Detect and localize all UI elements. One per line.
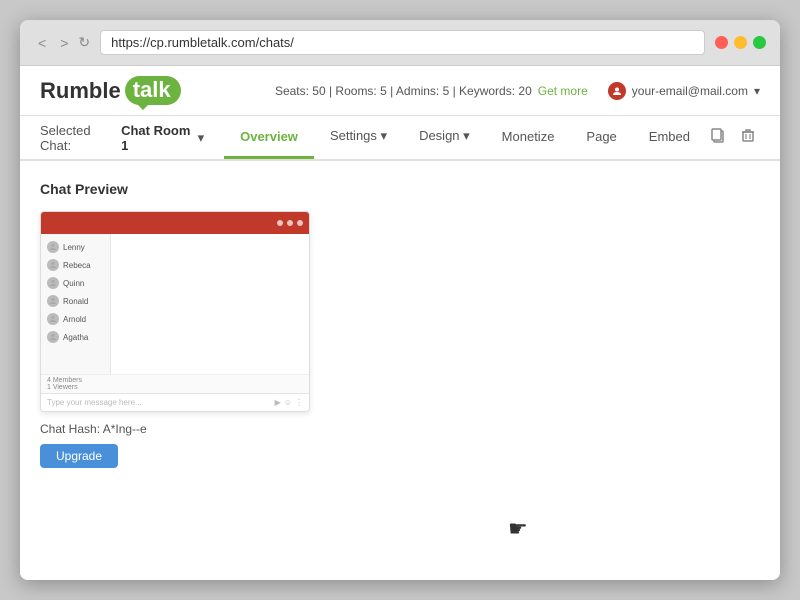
close-button[interactable] bbox=[715, 36, 728, 49]
user-avatar-icon bbox=[49, 297, 57, 305]
user-avatar-icon bbox=[49, 333, 57, 341]
avatar bbox=[47, 313, 59, 325]
user-avatar-icon bbox=[49, 243, 57, 251]
forward-button[interactable]: > bbox=[56, 33, 72, 53]
chat-hash-label: Chat Hash: bbox=[40, 422, 100, 436]
list-item: Ronald bbox=[41, 292, 110, 310]
selected-chat-label: Selected Chat: bbox=[40, 123, 117, 153]
selected-chat-arrow: ▾ bbox=[198, 130, 205, 146]
chat-header-dot-2 bbox=[287, 220, 293, 226]
user-section[interactable]: your-email@mail.com ▾ bbox=[608, 82, 760, 100]
nav-bar: Selected Chat: Chat Room 1 ▾ Overview Se… bbox=[20, 116, 780, 161]
list-item: Rebeca bbox=[41, 256, 110, 274]
url-bar[interactable] bbox=[100, 30, 705, 55]
tab-design[interactable]: Design ▾ bbox=[403, 116, 486, 159]
logo-rumble: Rumble bbox=[40, 78, 121, 104]
user-email: your-email@mail.com bbox=[632, 84, 748, 98]
tab-monetize[interactable]: Monetize bbox=[486, 117, 571, 159]
chat-preview-box: Lenny Rebeca Quinn bbox=[40, 211, 310, 412]
selected-chat-name: Chat Room 1 bbox=[121, 123, 193, 153]
more-icon: ⋮ bbox=[295, 398, 303, 407]
header-info: Seats: 50 | Rooms: 5 | Admins: 5 | Keywo… bbox=[275, 82, 760, 100]
copy-icon bbox=[710, 127, 726, 143]
user-name: Rebeca bbox=[63, 261, 91, 270]
chat-footer-stats: 4 Members1 Viewers bbox=[41, 374, 309, 393]
user-dropdown-arrow: ▾ bbox=[754, 84, 760, 98]
list-item: Arnold bbox=[41, 310, 110, 328]
back-button[interactable]: < bbox=[34, 33, 50, 53]
selected-chat: Selected Chat: Chat Room 1 ▾ bbox=[40, 123, 204, 153]
tab-page[interactable]: Page bbox=[570, 117, 632, 159]
title-bar: < > ↻ bbox=[20, 20, 780, 66]
user-icon bbox=[612, 86, 622, 96]
app-header: Rumble talk Seats: 50 | Rooms: 5 | Admin… bbox=[20, 66, 780, 116]
chat-header-bar bbox=[41, 212, 309, 234]
tab-settings[interactable]: Settings ▾ bbox=[314, 116, 403, 159]
chat-footer: Type your message here... ▶ ☺ ⋮ bbox=[41, 393, 309, 411]
trash-icon bbox=[740, 127, 756, 143]
chat-input-placeholder: Type your message here... bbox=[47, 398, 271, 407]
user-name: Agatha bbox=[63, 333, 88, 342]
logo: Rumble talk bbox=[40, 76, 181, 105]
list-item: Quinn bbox=[41, 274, 110, 292]
user-name: Ronald bbox=[63, 297, 88, 306]
avatar bbox=[47, 277, 59, 289]
minimize-button[interactable] bbox=[734, 36, 747, 49]
avatar bbox=[47, 331, 59, 343]
chat-hash-value: A*Ing--e bbox=[103, 422, 147, 436]
get-more-link[interactable]: Get more bbox=[538, 84, 588, 98]
tab-overview[interactable]: Overview bbox=[224, 117, 314, 159]
avatar bbox=[47, 295, 59, 307]
refresh-button[interactable]: ↻ bbox=[78, 34, 90, 51]
chat-hash: Chat Hash: A*Ing--e bbox=[40, 422, 760, 436]
chat-footer-icons: ▶ ☺ ⋮ bbox=[275, 398, 303, 407]
chat-header-dot-1 bbox=[277, 220, 283, 226]
avatar bbox=[47, 241, 59, 253]
copy-icon-button[interactable] bbox=[706, 123, 730, 152]
user-name: Lenny bbox=[63, 243, 85, 252]
browser-window: < > ↻ Rumble talk Seats: 50 | Rooms: 5 |… bbox=[20, 20, 780, 580]
window-controls bbox=[715, 36, 766, 49]
send-icon: ▶ bbox=[275, 398, 281, 407]
chat-users-list: Lenny Rebeca Quinn bbox=[41, 234, 111, 374]
chat-messages-area bbox=[111, 234, 309, 374]
tab-embed[interactable]: Embed bbox=[633, 117, 706, 159]
list-item: Agatha bbox=[41, 328, 110, 346]
user-name: Arnold bbox=[63, 315, 86, 324]
user-name: Quinn bbox=[63, 279, 84, 288]
main-content: Chat Preview bbox=[20, 161, 780, 580]
browser-nav-buttons: < > ↻ bbox=[34, 33, 90, 53]
upgrade-button[interactable]: Upgrade bbox=[40, 444, 118, 468]
emoji-icon: ☺ bbox=[284, 398, 292, 407]
nav-icons bbox=[706, 123, 760, 152]
seats-info: Seats: 50 | Rooms: 5 | Admins: 5 | Keywo… bbox=[275, 84, 532, 98]
avatar bbox=[47, 259, 59, 271]
app-area: Rumble talk Seats: 50 | Rooms: 5 | Admin… bbox=[20, 66, 780, 580]
user-avatar-icon bbox=[49, 279, 57, 287]
chat-body: Lenny Rebeca Quinn bbox=[41, 234, 309, 374]
section-title: Chat Preview bbox=[40, 181, 760, 197]
user-avatar-icon bbox=[49, 315, 57, 323]
chat-header-dot-3 bbox=[297, 220, 303, 226]
user-avatar-icon bbox=[49, 261, 57, 269]
logo-talk: talk bbox=[125, 76, 181, 105]
user-avatar-icon bbox=[608, 82, 626, 100]
delete-icon-button[interactable] bbox=[736, 123, 760, 152]
maximize-button[interactable] bbox=[753, 36, 766, 49]
cursor-hand: ☛ bbox=[508, 516, 528, 542]
list-item: Lenny bbox=[41, 238, 110, 256]
nav-tabs: Overview Settings ▾ Design ▾ Monetize Pa… bbox=[224, 116, 706, 159]
